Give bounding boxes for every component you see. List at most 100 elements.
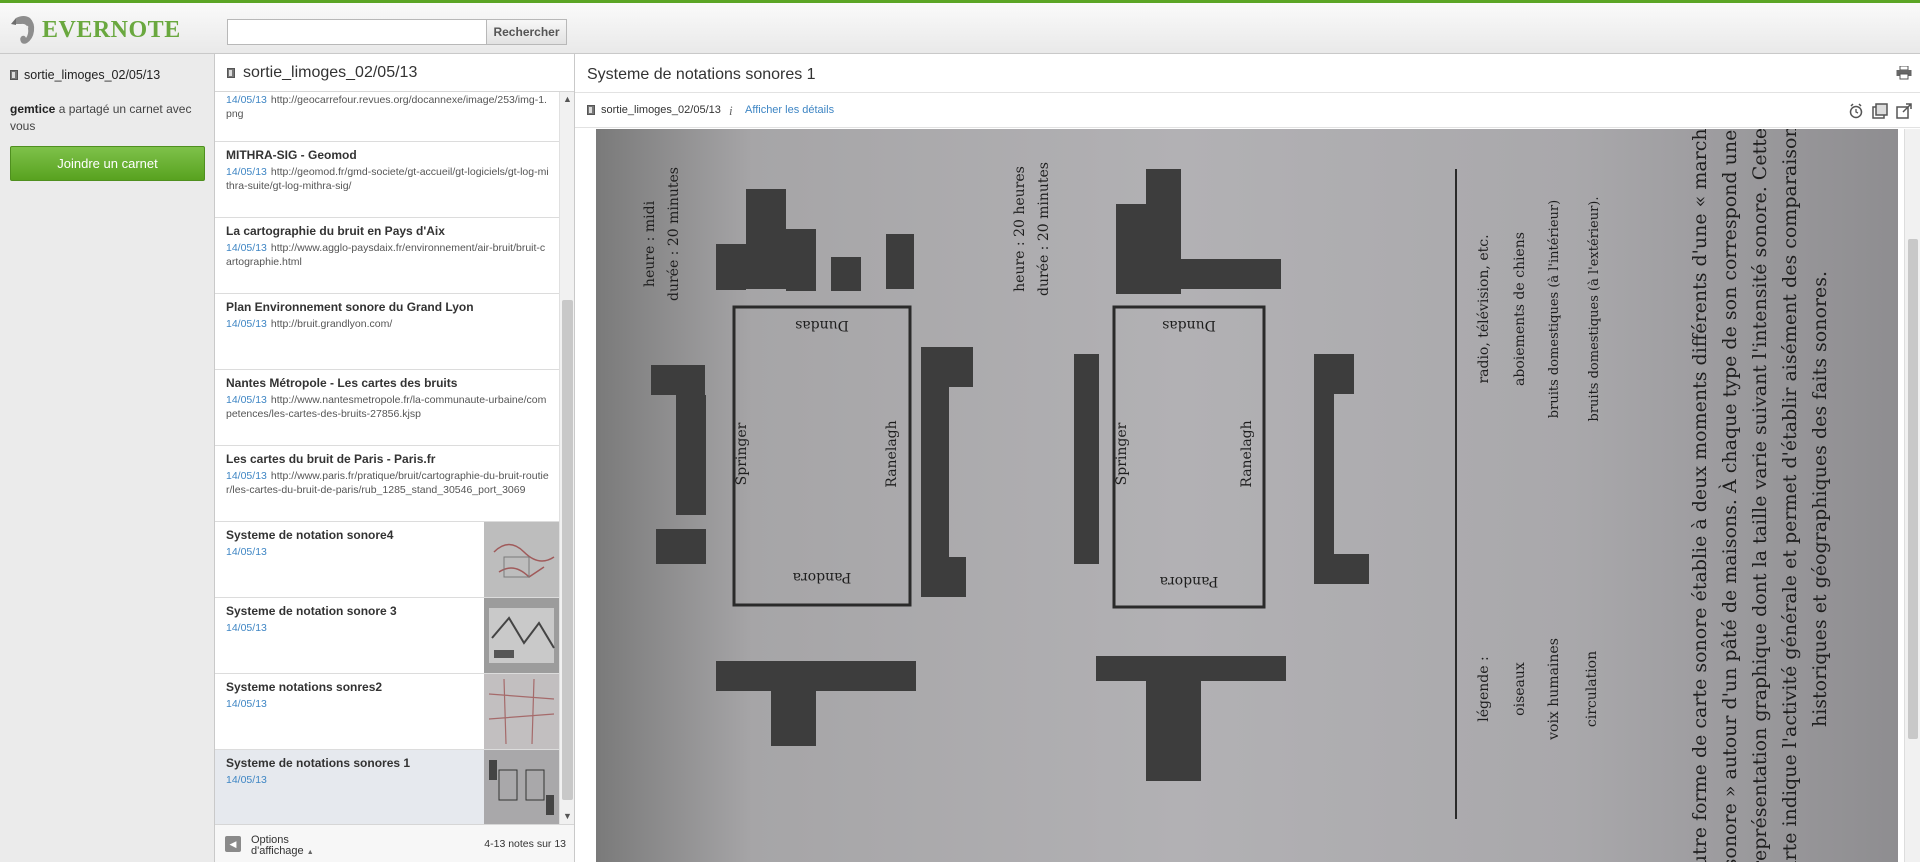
note-list-item[interactable]: La cartographie du bruit en Pays d'Aix 1… (215, 218, 559, 294)
caret-up-icon: ▲ (306, 849, 314, 856)
join-notebook-button[interactable]: Joindre un carnet (10, 146, 205, 181)
note-url: http://geocarrefour.revues.org/docannexe… (226, 94, 547, 120)
note-date: 14/05/13 (226, 622, 267, 634)
map1-street-left: Springer (734, 422, 750, 485)
sidebar-notebook-item[interactable]: sortie_limoges_02/05/13 (10, 68, 160, 82)
scroll-up-arrow-icon[interactable]: ▲ (560, 92, 575, 107)
note-title-heading[interactable]: Systeme de notations sonores 1 (587, 66, 816, 84)
note-url: http://www.nantesmetropole.fr/la-communa… (226, 394, 547, 420)
note-date: 14/05/13 (226, 546, 267, 558)
sound-map-midday: Dundas Pandora Springer Ranelagh heure :… (642, 167, 973, 746)
caption-line: historiques et géographiques des faits s… (1809, 271, 1831, 727)
legend-item-traffic: circulation (1584, 651, 1600, 727)
legend-item-voices: voix humaines (1546, 638, 1562, 741)
note-title: Plan Environnement sonore du Grand Lyon (226, 300, 474, 314)
map-caption: Autre forme de carte sonore établie à de… (1689, 129, 1831, 862)
scrollbar-thumb[interactable] (562, 300, 573, 800)
note-list-item[interactable]: Nantes Métropole - Les cartes des bruits… (215, 370, 559, 446)
note-list-item[interactable]: Systeme notations sonres2 14/05/13 (215, 674, 559, 750)
legend-item-dogs: aboiements de chiens (1512, 232, 1528, 386)
scrollbar-thumb[interactable] (1908, 239, 1918, 739)
note-url: http://www.paris.fr/pratique/bruit/carto… (226, 470, 549, 496)
note-notebook-name: sortie_limoges_02/05/13 (601, 104, 721, 116)
elephant-logo-icon (11, 16, 35, 44)
note-list-item[interactable]: 14/05/13 http://geocarrefour.revues.org/d… (215, 92, 559, 142)
legend-title: légende : (1476, 656, 1492, 721)
top-bar: EVERNOTE Rechercher (0, 0, 1920, 54)
note-date: 14/05/13 (226, 470, 267, 482)
note-list-footer: ◀ Options d'affichage ▲ 4-13 notes sur 1… (215, 824, 574, 862)
note-thumbnail (484, 750, 559, 824)
show-details-link[interactable]: Afficher les détails (745, 104, 834, 116)
note-title: Systeme notations sonres2 (226, 680, 383, 694)
share-message: gemtice a partagé un carnet avec vous (10, 101, 205, 135)
map1-duration: durée : 20 minutes (666, 167, 682, 301)
note-url: http://bruit.grandlyon.com/ (270, 318, 393, 330)
note-date: 14/05/13 (226, 318, 267, 330)
note-list-item[interactable]: Les cartes du bruit de Paris - Paris.fr … (215, 446, 559, 522)
note-list-item[interactable]: Plan Environnement sonore du Grand Lyon … (215, 294, 559, 370)
note-date: 14/05/13 (226, 774, 267, 786)
search-button[interactable]: Rechercher (486, 19, 567, 45)
caption-line: carte indique l'activité générale et per… (1779, 129, 1801, 862)
map1-street-bottom: Pandora (793, 569, 852, 585)
note-list-item[interactable]: MITHRA-SIG - Geomod 14/05/13 http://geomo… (215, 142, 559, 218)
map2-street-left: Springer (1114, 422, 1130, 485)
note-attached-image: Dundas Pandora Springer Ranelagh heure :… (596, 129, 1898, 862)
note-date: 14/05/13 (226, 94, 267, 106)
legend-item-indoor: bruits domestiques (à l'intérieur) (1547, 200, 1562, 418)
note-view: Systeme de notations sonores 1 sortie_li… (575, 54, 1920, 862)
map2-street-right: Ranelagh (1239, 420, 1255, 487)
note-title: Les cartes du bruit de Paris - Paris.fr (226, 452, 436, 466)
sidebar-notebook-label: sortie_limoges_02/05/13 (24, 68, 161, 82)
display-options-label: Options d'affichage (251, 834, 304, 857)
note-notebook-label[interactable]: sortie_limoges_02/05/13 (587, 104, 721, 116)
collapse-list-button[interactable]: ◀ (225, 836, 241, 852)
map-legend: légende : oiseaux voix humaines circulat… (1455, 169, 1602, 819)
note-title: La cartographie du bruit en Pays d'Aix (226, 224, 445, 238)
notebook-icon (587, 105, 595, 115)
map2-duration: durée : 20 minutes (1036, 162, 1052, 296)
caption-line: sonore » autour d'un pâté de maisons. À … (1718, 130, 1741, 862)
note-list-panel: sortie_limoges_02/05/13 14/05/13 http://g… (215, 54, 575, 862)
caption-line: Autre forme de carte sonore établie à de… (1689, 129, 1711, 862)
note-thumbnail (484, 522, 559, 597)
note-title: Systeme de notation sonore4 (226, 528, 394, 542)
map1-street-right: Ranelagh (884, 420, 900, 487)
evernote-logo[interactable]: EVERNOTE (10, 13, 181, 47)
note-title: Nantes Métropole - Les cartes des bruits (226, 376, 458, 390)
scroll-down-arrow-icon[interactable]: ▼ (560, 809, 575, 824)
note-list: 14/05/13 http://geocarrefour.revues.org/d… (215, 92, 559, 824)
note-list-header: sortie_limoges_02/05/13 (215, 54, 574, 92)
note-list-item-selected[interactable]: Systeme de notations sonores 1 14/05/13 (215, 750, 559, 824)
reminder-icon[interactable] (1848, 103, 1864, 119)
search-input[interactable] (227, 19, 487, 45)
info-icon: i (729, 103, 733, 118)
map2-street-top: Dundas (1162, 317, 1216, 333)
note-meta-bar: sortie_limoges_02/05/13 i Afficher les d… (575, 92, 1920, 128)
note-date: 14/05/13 (226, 698, 267, 710)
sidebar: sortie_limoges_02/05/13 gemtice a partag… (0, 54, 215, 862)
note-thumbnail (484, 598, 559, 673)
note-view-scrollbar[interactable] (1904, 129, 1920, 862)
legend-item-radio: radio, télévision, etc. (1476, 234, 1492, 383)
map2-street-bottom: Pandora (1160, 573, 1219, 589)
note-list-scrollbar[interactable]: ▲ ▼ (559, 92, 574, 824)
expand-icon[interactable] (1896, 103, 1912, 119)
note-date: 14/05/13 (226, 394, 267, 406)
note-list-item[interactable]: Systeme de notation sonore 3 14/05/13 (215, 598, 559, 674)
legend-item-outdoor: bruits domestiques (à l'extérieur). (1587, 197, 1602, 422)
sound-map-evening: Dundas Pandora Springer Ranelagh heure :… (1012, 162, 1369, 781)
note-date: 14/05/13 (226, 242, 267, 254)
caption-line: représentation graphique dont la taille … (1749, 129, 1771, 862)
note-list-title: sortie_limoges_02/05/13 (243, 63, 418, 81)
note-date: 14/05/13 (226, 166, 267, 178)
note-url: http://geomod.fr/gmd-societe/gt-accueil/… (226, 166, 549, 192)
share-icon[interactable] (1872, 103, 1888, 119)
note-url: http://www.agglo-paysdaix.fr/environneme… (226, 242, 546, 268)
print-icon[interactable] (1896, 66, 1912, 80)
note-list-item[interactable]: Systeme de notation sonore4 14/05/13 (215, 522, 559, 598)
display-options-link[interactable]: Options d'affichage ▲ (251, 835, 341, 858)
share-user: gemtice (10, 102, 56, 116)
legend-item-birds: oiseaux (1512, 662, 1528, 716)
